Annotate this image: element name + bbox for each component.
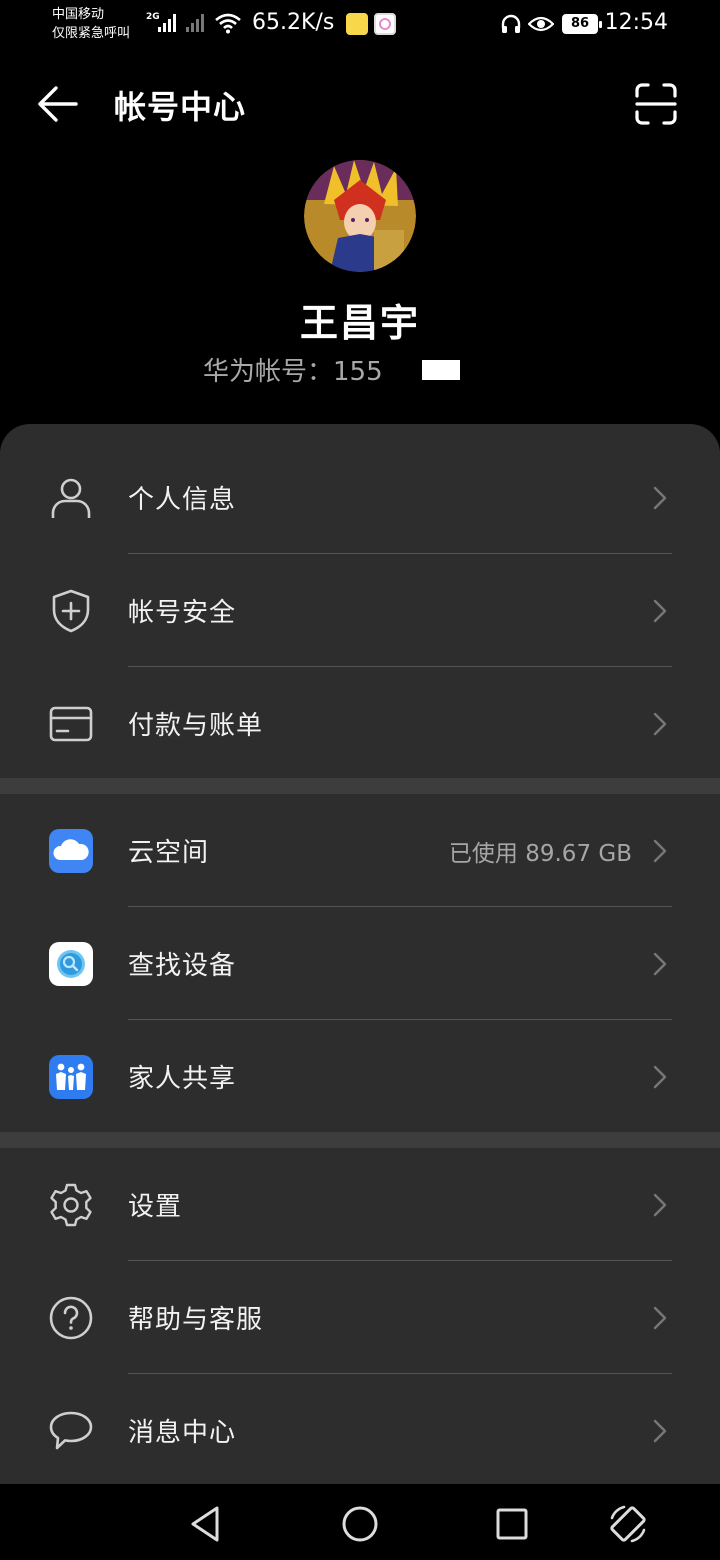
scan-icon[interactable] xyxy=(634,82,678,126)
avatar[interactable] xyxy=(304,160,416,272)
carrier-name: 中国移动 xyxy=(52,7,105,22)
chevron-right-icon xyxy=(653,1419,667,1443)
find-device-icon xyxy=(49,942,93,986)
account-id: 华为帐号：155 xyxy=(203,351,383,388)
signal-icon xyxy=(158,12,176,32)
chevron-right-icon xyxy=(653,839,667,863)
cloud-usage: 已使用 89.67 GB xyxy=(448,841,632,867)
app-notification-icon-2 xyxy=(374,13,396,35)
carrier-info: 中国移动 仅限紧急呼叫 xyxy=(52,5,130,43)
rotate-screen-icon[interactable] xyxy=(606,1502,650,1546)
menu-item-find-device[interactable]: 查找设备 xyxy=(0,907,720,1020)
menu-item-label: 云空间 xyxy=(128,838,210,868)
clock: 12:54 xyxy=(604,10,668,35)
menu-item-settings[interactable]: 设置 xyxy=(0,1148,720,1261)
menu-group-services: 云空间 已使用 89.67 GB 查找设备 家人共享 xyxy=(0,794,720,1132)
account-number: 155 xyxy=(333,357,383,387)
message-icon xyxy=(49,1411,93,1450)
menu-item-label: 帐号安全 xyxy=(128,598,237,628)
nav-home-icon[interactable] xyxy=(338,1502,382,1546)
cloud-icon xyxy=(49,829,93,873)
headphones-icon xyxy=(501,14,521,33)
chevron-right-icon xyxy=(653,599,667,623)
menu-item-label: 付款与账单 xyxy=(128,711,264,741)
menu-item-cloud[interactable]: 云空间 已使用 89.67 GB xyxy=(0,794,720,907)
battery-indicator: 86 xyxy=(562,14,602,34)
menu-item-label: 帮助与客服 xyxy=(128,1305,264,1335)
status-bar: 中国移动 仅限紧急呼叫 2G 65.2K/s 86 12:54 xyxy=(0,0,720,52)
net-speed: 65.2K/s xyxy=(252,10,335,35)
card-icon xyxy=(49,706,93,742)
menu-item-help-support[interactable]: 帮助与客服 xyxy=(0,1261,720,1374)
menu-item-label: 家人共享 xyxy=(128,1064,237,1094)
shield-icon xyxy=(52,589,90,633)
menu-item-label: 消息中心 xyxy=(128,1418,237,1448)
menu-item-family-sharing[interactable]: 家人共享 xyxy=(0,1020,720,1133)
help-icon xyxy=(49,1296,93,1340)
family-icon xyxy=(49,1055,93,1099)
menu-item-message-center[interactable]: 消息中心 xyxy=(0,1374,720,1484)
nav-back-icon[interactable] xyxy=(184,1502,228,1546)
chevron-right-icon xyxy=(653,952,667,976)
menu-item-account-security[interactable]: 帐号安全 xyxy=(0,554,720,667)
carrier-status: 仅限紧急呼叫 xyxy=(52,26,131,41)
menu-group-support: 设置 帮助与客服 消息中心 xyxy=(0,1148,720,1484)
menu-item-label: 个人信息 xyxy=(128,485,237,515)
group-spacer xyxy=(0,1132,720,1148)
chevron-right-icon xyxy=(653,712,667,736)
user-name: 王昌宇 xyxy=(299,301,420,345)
redaction-mask xyxy=(422,360,460,380)
page-title: 帐号中心 xyxy=(114,88,247,126)
chevron-right-icon xyxy=(653,1306,667,1330)
wifi-icon xyxy=(215,13,241,34)
menu-item-payment-billing[interactable]: 付款与账单 xyxy=(0,667,720,780)
eye-comfort-icon xyxy=(528,16,554,32)
menu-item-label: 查找设备 xyxy=(128,951,237,981)
signal-icon-sim2 xyxy=(186,12,204,32)
gear-icon xyxy=(50,1183,92,1227)
back-arrow-icon[interactable] xyxy=(36,84,80,124)
app-notification-icon xyxy=(346,13,368,35)
nav-recents-icon[interactable] xyxy=(490,1502,534,1546)
chevron-right-icon xyxy=(653,1193,667,1217)
person-icon xyxy=(51,478,91,518)
menu-item-personal-info[interactable]: 个人信息 xyxy=(0,441,720,554)
system-nav-bar xyxy=(0,1484,720,1560)
menu-item-label: 设置 xyxy=(128,1192,183,1222)
menu-group-account: 个人信息 帐号安全 付款与账单 xyxy=(0,441,720,779)
account-menu-sheet: 个人信息 帐号安全 付款与账单 云空间 已使用 89.67 GB 查找设备 家人… xyxy=(0,424,720,1484)
group-spacer xyxy=(0,778,720,794)
chevron-right-icon xyxy=(653,486,667,510)
chevron-right-icon xyxy=(653,1065,667,1089)
account-label: 华为帐号： xyxy=(203,357,334,387)
